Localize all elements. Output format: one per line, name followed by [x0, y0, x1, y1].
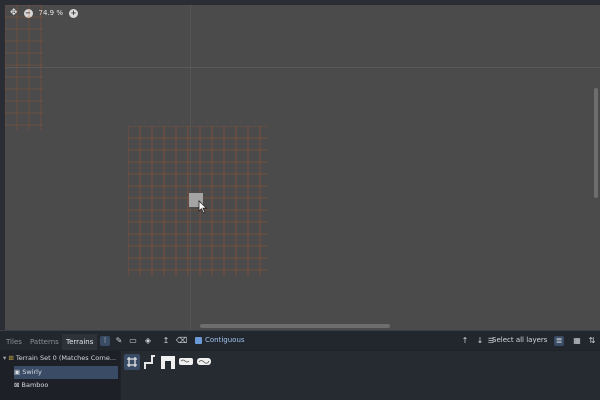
erase-terrain-icon: ⊠: [14, 381, 20, 389]
terrain-tile-2-icon[interactable]: [178, 354, 194, 370]
tree-item-swirly[interactable]: ▣ Swirly: [14, 366, 118, 379]
contiguous-label: Contiguous: [205, 336, 245, 344]
tab-tiles[interactable]: Tiles: [2, 334, 26, 350]
grid-toggle-icon[interactable]: ▦: [572, 336, 582, 346]
tab-patterns[interactable]: Patterns: [26, 334, 63, 350]
top-ruler: [0, 0, 600, 5]
vertical-scrollbar[interactable]: [594, 88, 598, 198]
terrain-tree: ▾ ⊞ Terrain Set 0 (Matches Corne... ▣ Sw…: [0, 351, 120, 400]
terrain-tile-icon: ▣: [14, 368, 21, 376]
tilemap-bottom-panel: Tiles Patterns Terrains ⁝ ✎ ▭ ◈ ↥ ⌫ Cont…: [0, 330, 600, 400]
contiguous-checkbox[interactable]: [195, 337, 202, 344]
terrain-label: Bamboo: [21, 381, 49, 389]
arrow-up-icon[interactable]: ↑: [460, 336, 470, 346]
guide-line: [5, 67, 600, 68]
terrain-set-icon: ⊞: [8, 354, 14, 362]
arrow-down-icon[interactable]: ↓: [475, 336, 485, 346]
terrain-tiles-list: [121, 351, 600, 400]
terrain-tile-1-icon[interactable]: [160, 354, 176, 370]
rect-tool-icon[interactable]: ▭: [128, 336, 138, 346]
eraser-icon[interactable]: ⌫: [176, 336, 187, 346]
tilemap-viewport[interactable]: ✥ − 74.9 % +: [0, 0, 600, 330]
tab-terrains[interactable]: Terrains: [62, 334, 98, 350]
tree-item-terrain-set[interactable]: ▾ ⊞ Terrain Set 0 (Matches Corne...: [3, 352, 119, 365]
connect-mode-icon[interactable]: [124, 354, 140, 370]
tile-grid-corner: [5, 5, 43, 130]
mouse-pointer-icon: [198, 200, 208, 214]
terrain-set-label: Terrain Set 0 (Matches Corne...: [15, 354, 117, 362]
select-tool-icon[interactable]: ⁝: [100, 336, 110, 346]
picker-icon[interactable]: ↥: [161, 336, 171, 346]
zoom-in-icon[interactable]: +: [69, 8, 79, 18]
tree-item-bamboo[interactable]: ⊠ Bamboo: [14, 379, 118, 392]
paint-brush-icon[interactable]: ✎: [114, 336, 124, 346]
path-mode-icon[interactable]: [143, 354, 157, 370]
terrain-label: Swirly: [22, 368, 42, 376]
terrain-tile-3-icon[interactable]: [196, 354, 212, 370]
tilemap-toolbar: Tiles Patterns Terrains ⁝ ✎ ▭ ◈ ↥ ⌫ Cont…: [0, 330, 600, 350]
bucket-fill-icon[interactable]: ◈: [143, 336, 153, 346]
horizontal-scrollbar[interactable]: [200, 324, 390, 328]
sort-icon[interactable]: ⇅: [587, 336, 597, 346]
collapse-arrow-icon[interactable]: ▾: [3, 354, 6, 362]
highlight-layer-icon[interactable]: ≣: [554, 336, 564, 346]
select-all-layers-button[interactable]: Select all layers: [492, 335, 547, 346]
